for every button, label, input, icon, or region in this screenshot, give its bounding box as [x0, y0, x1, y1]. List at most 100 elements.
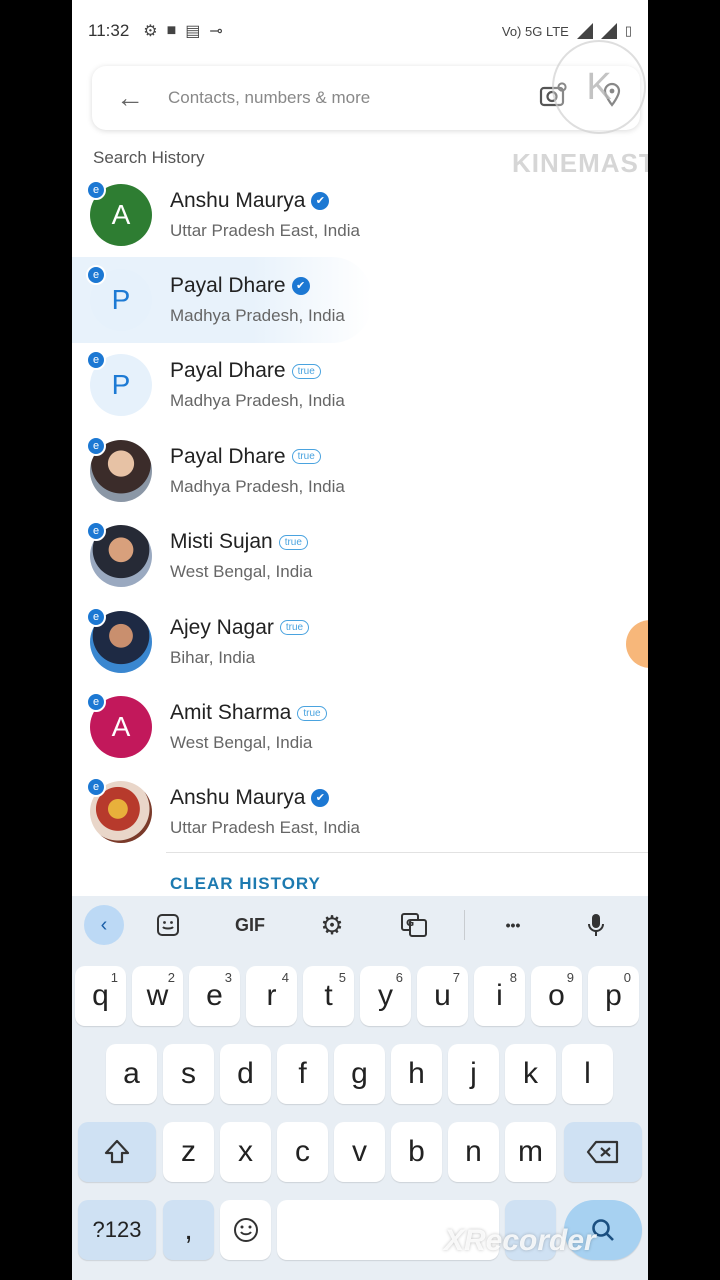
search-input[interactable] — [168, 88, 524, 108]
key-z[interactable]: z — [163, 1122, 214, 1182]
e-badge-icon: e — [86, 435, 106, 456]
avatar-photo: e — [86, 606, 152, 673]
backspace-key-icon[interactable] — [564, 1122, 642, 1182]
contact-location: Uttar Pradesh East, India — [170, 818, 360, 838]
status-time: 11:32 — [88, 21, 130, 40]
history-item[interactable]: e Anshu Maurya ✔ Uttar Pradesh East, Indi… — [72, 770, 648, 855]
emoji-key-icon[interactable] — [220, 1200, 271, 1260]
key-u[interactable]: u7 — [417, 966, 468, 1026]
key-t[interactable]: t5 — [303, 966, 354, 1026]
signal-icon-2 — [600, 23, 617, 39]
key-d[interactable]: d — [220, 1044, 271, 1104]
true-badge: true — [279, 620, 310, 636]
keyboard-settings-icon[interactable]: ⚙ — [300, 896, 364, 954]
clear-history-button[interactable]: CLEAR HISTORY — [170, 874, 321, 894]
history-item[interactable]: e A Anshu Maurya ✔ Uttar Pradesh East, In… — [72, 172, 648, 257]
key-a[interactable]: a — [106, 1044, 157, 1104]
keyboard: ‹ GIF ⚙ G ••• q1 w2 e3 r4 t5 y6 u7 i8 o9… — [72, 896, 648, 1280]
avatar: e P — [86, 350, 152, 417]
battery-icon: ▯ — [624, 23, 632, 38]
search-history-list: e A Anshu Maurya ✔ Uttar Pradesh East, In… — [72, 172, 648, 855]
verified-badge-icon: ✔ — [311, 191, 330, 210]
key-y[interactable]: y6 — [360, 966, 411, 1026]
history-item[interactable]: e P Payal Dhare ✔ Madhya Pradesh, India — [72, 257, 648, 344]
key-j[interactable]: j — [448, 1044, 499, 1104]
key-l[interactable]: l — [562, 1044, 613, 1104]
avatar: e A — [86, 692, 152, 759]
contact-location: West Bengal, India — [170, 562, 313, 582]
key-h[interactable]: h — [391, 1044, 442, 1104]
key-c[interactable]: c — [277, 1122, 328, 1182]
key-s[interactable]: s — [163, 1044, 214, 1104]
contact-location: Madhya Pradesh, India — [170, 391, 345, 411]
key-n[interactable]: n — [448, 1122, 499, 1182]
key-o[interactable]: o9 — [531, 966, 582, 1026]
true-badge: true — [291, 449, 321, 465]
key-i[interactable]: i8 — [474, 966, 525, 1026]
avatar: e P — [86, 265, 152, 332]
history-item[interactable]: e Payal Dhare true Madhya Pradesh, India — [72, 428, 648, 513]
avatar: e A — [86, 179, 152, 246]
microphone-icon[interactable] — [561, 896, 631, 954]
keyboard-toolbar: ‹ GIF ⚙ G ••• — [72, 896, 648, 954]
contact-name: Payal Dhare — [170, 274, 286, 298]
key-e[interactable]: e3 — [189, 966, 240, 1026]
key-x[interactable]: x — [220, 1122, 271, 1182]
true-badge: true — [297, 705, 327, 721]
e-badge-icon: e — [86, 692, 106, 713]
key-b[interactable]: b — [391, 1122, 442, 1182]
back-arrow-icon[interactable]: ← — [92, 82, 168, 114]
video-icon: ■ — [166, 22, 177, 39]
key-v[interactable]: v — [334, 1122, 385, 1182]
contact-location: Madhya Pradesh, India — [170, 476, 345, 496]
contact-location: Uttar Pradesh East, India — [170, 220, 360, 240]
avatar-photo: e — [86, 521, 152, 588]
comma-key[interactable]: , — [163, 1200, 214, 1260]
sticker-icon[interactable] — [136, 896, 200, 954]
key-k[interactable]: k — [505, 1044, 556, 1104]
gif-button[interactable]: GIF — [200, 896, 300, 954]
key-f[interactable]: f — [277, 1044, 328, 1104]
verified-badge-icon: ✔ — [291, 277, 310, 296]
key-w[interactable]: w2 — [132, 966, 183, 1026]
status-bar: 11:32 ⚙ ■ ▤ ⊸ Vo) 5G LTE ▯ — [72, 0, 648, 62]
key-q[interactable]: q1 — [75, 966, 126, 1026]
key-g[interactable]: g — [334, 1044, 385, 1104]
status-right: Vo) 5G LTE ▯ — [502, 23, 632, 39]
key-m[interactable]: m — [505, 1122, 556, 1182]
symbols-key[interactable]: ?123 — [78, 1200, 156, 1260]
network-label: Vo) 5G LTE — [501, 23, 569, 39]
avatar-initial: P — [111, 284, 131, 316]
phone-screen: 11:32 ⚙ ■ ▤ ⊸ Vo) 5G LTE ▯ ← K KINEMASTE… — [72, 0, 648, 1280]
e-badge-icon: e — [86, 179, 106, 200]
e-badge-icon: e — [86, 606, 106, 627]
settings-icon: ⚙ — [143, 23, 158, 40]
more-icon[interactable]: ••• — [465, 896, 561, 954]
contact-name: Payal Dhare — [170, 359, 286, 383]
avatar-photo: e — [86, 435, 152, 502]
avatar-photo: e — [86, 777, 152, 844]
divider — [166, 852, 648, 853]
contact-name: Anshu Maurya — [170, 188, 306, 212]
history-item[interactable]: e Misti Sujan true West Bengal, India — [72, 514, 648, 599]
contact-location: Bihar, India — [170, 647, 256, 667]
avatar-initial: A — [111, 198, 131, 230]
search-history-title: Search History — [93, 148, 205, 167]
avatar-initial: P — [111, 369, 131, 401]
keyboard-back-icon[interactable]: ‹ — [84, 905, 124, 945]
e-badge-icon: e — [86, 350, 106, 371]
card-icon: ▤ — [185, 23, 201, 40]
kinemaster-logo-watermark: K — [552, 40, 646, 134]
key-icon: ⊸ — [209, 23, 223, 40]
contact-location: West Bengal, India — [170, 733, 313, 753]
avatar-initial: A — [111, 711, 131, 743]
key-r[interactable]: r4 — [246, 966, 297, 1026]
translate-icon[interactable]: G — [364, 896, 464, 954]
key-p[interactable]: p0 — [588, 966, 639, 1026]
e-badge-icon: e — [86, 777, 106, 798]
contact-name: Amit Sharma — [170, 701, 292, 725]
history-item[interactable]: e P Payal Dhare true Madhya Pradesh, Indi… — [72, 343, 648, 428]
shift-key-icon[interactable] — [78, 1122, 156, 1182]
history-item[interactable]: e A Amit Sharma true West Bengal, India — [72, 684, 648, 769]
history-item[interactable]: e Ajey Nagar true Bihar, India — [72, 599, 648, 684]
